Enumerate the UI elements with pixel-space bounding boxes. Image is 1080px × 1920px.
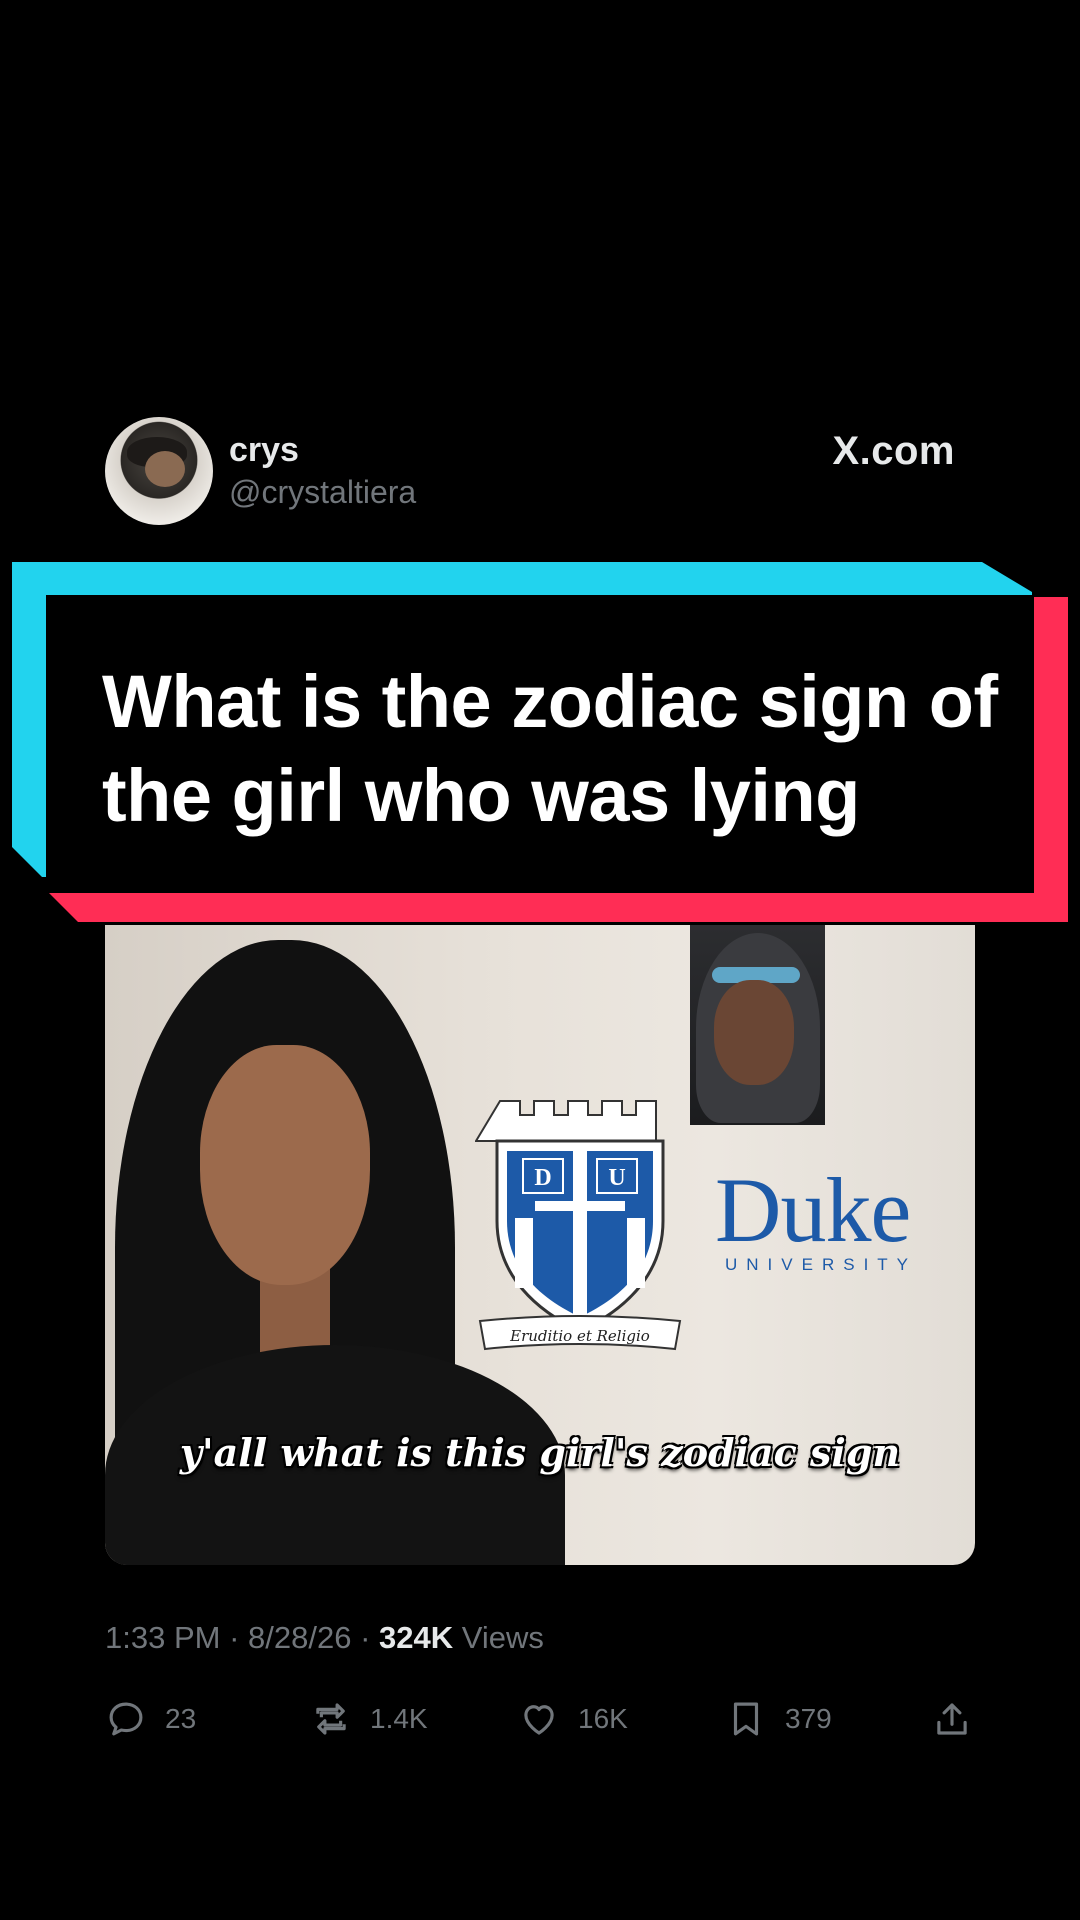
like-icon [524, 1705, 554, 1735]
duke-wordmark: Duke [715, 1159, 911, 1261]
reply-button[interactable]: 23 [105, 1696, 196, 1742]
tweet-time[interactable]: 1:33 PM [105, 1620, 220, 1655]
avatar-face [145, 451, 185, 487]
share-button[interactable] [931, 1696, 973, 1742]
reply-icon [109, 1702, 143, 1736]
video-caption: y'all what is this girl's zodiac sign [179, 1430, 901, 1475]
pip-face [714, 980, 794, 1085]
repost-count: 1.4K [370, 1703, 428, 1734]
share-icon [937, 1703, 967, 1735]
meta-separator: · [229, 1620, 249, 1655]
tweet-header: crys @crystaltiera X.com [105, 417, 955, 525]
svg-text:D: D [534, 1165, 551, 1191]
tweet-media[interactable]: D U Eruditio et Religio Duke UNIVERSITY … [105, 925, 975, 1565]
tweet-meta: 1:33 PM · 8/28/26 · 324K Views [105, 1620, 544, 1656]
like-button[interactable]: 16K [518, 1696, 628, 1742]
bookmark-count: 379 [785, 1703, 832, 1734]
action-bar: 23 1.4K 16K 379 [105, 1696, 975, 1742]
crest-motto: Eruditio et Religio [509, 1327, 650, 1345]
avatar[interactable] [105, 417, 213, 525]
banner-title: What is the zodiac sign of the girl who … [102, 660, 998, 837]
meta-separator: · [360, 1620, 380, 1655]
views-count: 324K [379, 1620, 454, 1655]
display-name[interactable]: crys [229, 431, 299, 470]
photo-face [200, 1045, 370, 1285]
bookmark-button[interactable]: 379 [725, 1696, 832, 1742]
pip-video [690, 925, 825, 1125]
repost-button[interactable]: 1.4K [310, 1696, 428, 1742]
tweet-date[interactable]: 8/28/26 [248, 1620, 351, 1655]
repost-icon [316, 1703, 346, 1735]
reply-count: 23 [165, 1703, 197, 1734]
bookmark-icon [733, 1702, 759, 1736]
duke-subtitle: UNIVERSITY [725, 1255, 918, 1274]
views-label: Views [461, 1620, 544, 1655]
duke-crest: D U Eruditio et Religio [475, 1100, 682, 1351]
user-handle[interactable]: @crystaltiera [229, 474, 416, 511]
svg-text:U: U [608, 1165, 625, 1191]
site-label: X.com [832, 429, 955, 473]
like-count: 16K [578, 1703, 628, 1734]
